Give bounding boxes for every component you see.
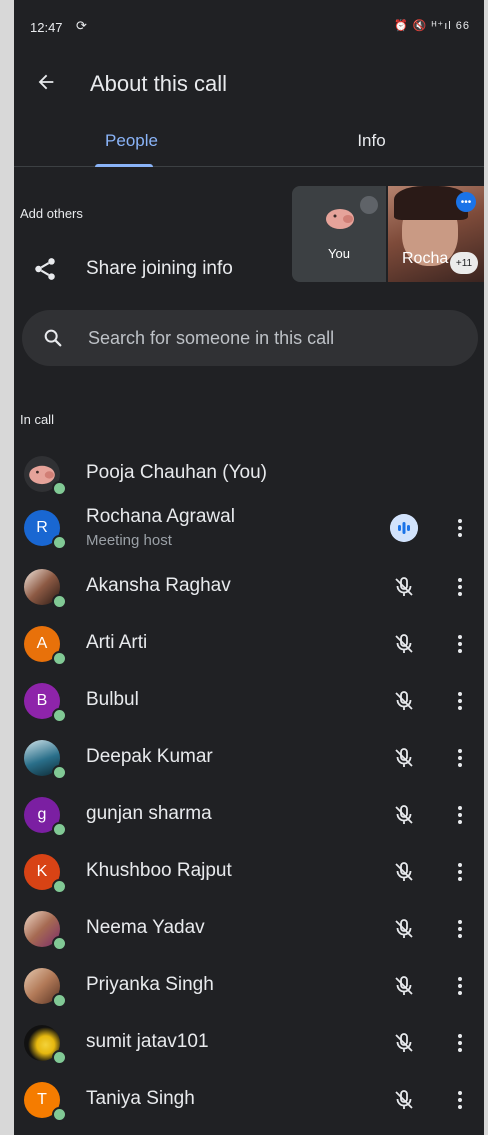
video-tiles[interactable]: You ••• Rocha +11 [292, 186, 484, 282]
online-indicator [52, 481, 67, 496]
online-indicator [52, 594, 67, 609]
more-options-button[interactable] [450, 972, 470, 1000]
more-options-button[interactable] [450, 1029, 470, 1057]
online-indicator [52, 1050, 67, 1065]
participant-row[interactable]: Pooja Chauhan (You) [14, 446, 484, 502]
online-indicator [52, 651, 67, 666]
share-label: Share joining info [86, 258, 233, 279]
arrow-back-icon [38, 74, 54, 90]
mic-off-icon [395, 1033, 413, 1052]
tile-rochana[interactable]: ••• Rocha +11 [388, 186, 484, 282]
mic-off-icon [395, 862, 413, 881]
share-icon [35, 258, 55, 280]
mic-off-icon [395, 691, 413, 710]
app-bar: About this call [14, 52, 484, 112]
participant-name: Akansha Raghav [86, 575, 231, 596]
online-indicator [52, 879, 67, 894]
mic-off-icon [395, 577, 413, 596]
online-indicator [52, 1107, 67, 1122]
participant-name: Neema Yadav [86, 917, 205, 938]
participant-row[interactable]: B Bulbul [14, 673, 484, 729]
participant-name: Rochana Agrawal [86, 506, 235, 527]
more-options-button[interactable] [450, 687, 470, 715]
share-joining-info-button[interactable]: Share joining info [14, 244, 294, 296]
participant-name: Bulbul [86, 689, 139, 710]
more-options-button[interactable] [450, 801, 470, 829]
more-options-button[interactable] [450, 858, 470, 886]
back-button[interactable] [28, 64, 64, 100]
participant-name: Pooja Chauhan (You) [86, 462, 267, 483]
online-indicator [52, 936, 67, 951]
search-input[interactable] [88, 324, 458, 352]
page-title: About this call [90, 71, 227, 96]
participant-row[interactable]: Priyanka Singh [14, 958, 484, 1014]
participant-row[interactable]: A Arti Arti [14, 616, 484, 672]
participant-name: gunjan sharma [86, 803, 212, 824]
participant-role: Meeting host [86, 532, 172, 549]
more-options-button[interactable] [450, 744, 470, 772]
mic-off-icon [395, 805, 413, 824]
add-others-heading: Add others [20, 206, 83, 221]
tab-bar: People Info [14, 116, 484, 167]
sync-icon: ⟳ [76, 18, 87, 33]
mic-off-icon [395, 1090, 413, 1109]
participant-row[interactable]: Akansha Raghav [14, 559, 484, 615]
online-indicator [52, 535, 67, 550]
more-options-button[interactable] [450, 915, 470, 943]
online-indicator [52, 993, 67, 1008]
participant-name: Deepak Kumar [86, 746, 213, 767]
participant-name: Arti Arti [86, 632, 148, 653]
mic-off-icon [395, 634, 413, 653]
participant-name: Priyanka Singh [86, 974, 214, 995]
online-indicator [52, 708, 67, 723]
tile-rochana-label: Rocha [402, 250, 449, 267]
participant-row[interactable]: T Taniya Singh [14, 1072, 484, 1128]
mic-off-icon [395, 919, 413, 938]
status-time: 12:47 [30, 20, 63, 35]
speaking-icon [390, 514, 418, 542]
participant-row[interactable]: Neema Yadav [14, 901, 484, 957]
participant-row[interactable]: K Khushboo Rajput [14, 844, 484, 900]
mic-off-icon [360, 196, 378, 214]
in-call-heading: In call [20, 412, 54, 427]
search-icon [44, 329, 62, 347]
tab-people[interactable]: People [14, 116, 249, 166]
participant-row[interactable]: R Rochana Agrawal Meeting host [14, 500, 484, 556]
mic-off-icon [395, 976, 413, 995]
more-options-button[interactable] [450, 1086, 470, 1114]
tile-you-label: You [328, 246, 350, 261]
more-options-button[interactable] [450, 630, 470, 658]
pig-avatar-icon [326, 209, 354, 229]
participant-name: Taniya Singh [86, 1088, 195, 1109]
status-indicators: ⏰ 🔇 ᴴ⁺ıl 66 [394, 20, 470, 32]
more-participants-badge: +11 [450, 252, 478, 274]
participant-row[interactable]: g gunjan sharma [14, 787, 484, 843]
search-bar[interactable] [22, 310, 478, 366]
tab-indicator [95, 164, 153, 167]
participant-name: Khushboo Rajput [86, 860, 232, 881]
online-indicator [52, 765, 67, 780]
speaking-indicator-icon: ••• [456, 192, 476, 212]
tile-you[interactable]: You [292, 186, 386, 282]
more-options-button[interactable] [450, 514, 470, 542]
more-options-button[interactable] [450, 573, 470, 601]
online-indicator [52, 822, 67, 837]
pig-avatar-icon [29, 465, 55, 485]
participant-name: sumit jatav101 [86, 1031, 209, 1052]
participant-row[interactable]: Deepak Kumar [14, 730, 484, 786]
mic-off-icon [395, 748, 413, 767]
tab-info[interactable]: Info [254, 116, 484, 166]
call-details-screen: 12:47 ⟳ ⏰ 🔇 ᴴ⁺ıl 66 About this call Peop… [14, 0, 484, 1135]
participant-row[interactable]: sumit jatav101 [14, 1015, 484, 1071]
status-bar: 12:47 ⟳ ⏰ 🔇 ᴴ⁺ıl 66 [14, 0, 484, 44]
